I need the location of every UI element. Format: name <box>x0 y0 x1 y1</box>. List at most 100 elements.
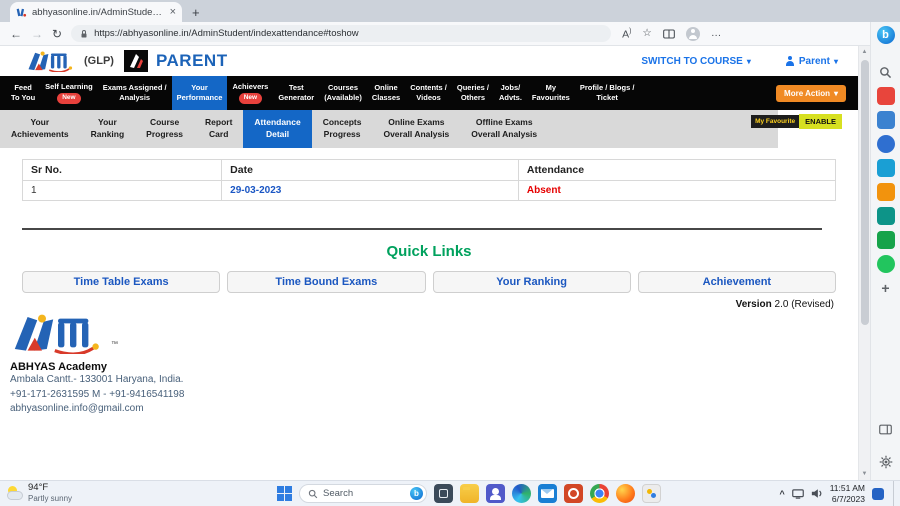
cell-date-link[interactable]: 29-03-2023 <box>230 185 281 196</box>
sidebar-layout-icon[interactable] <box>877 420 895 438</box>
subnav-report-card[interactable]: ReportCard <box>194 110 243 148</box>
col-header-attendance: Attendance <box>518 160 835 181</box>
sidebar-bottom <box>877 417 895 474</box>
profile-avatar[interactable] <box>686 27 700 41</box>
switch-to-course-dropdown[interactable]: SWITCH TO COURSE ▾ <box>641 56 751 67</box>
sidebar-add-icon[interactable]: + <box>877 279 895 297</box>
table-row: 1 29-03-2023 Absent <box>23 181 836 201</box>
show-desktop-button[interactable] <box>893 481 896 506</box>
clock-widget[interactable]: 11:51 AM 6/7/2023 <box>830 483 865 504</box>
my-favourite-label: My Favourite <box>751 115 799 128</box>
footer-email: abhyasonline.info@gmail.com <box>10 402 858 417</box>
attendance-table-wrap: Sr No. Date Attendance 1 29-03-2023 Abse… <box>22 159 836 201</box>
chrome-icon[interactable] <box>590 484 609 503</box>
nav-item-jobs[interactable]: Jobs/Advts. <box>494 76 527 110</box>
scroll-down-icon[interactable]: ▼ <box>859 471 870 477</box>
sidebar-app-icon[interactable] <box>877 231 895 249</box>
sidebar-search-icon[interactable] <box>877 63 895 81</box>
start-button[interactable] <box>277 486 292 501</box>
sidebar-app-icon[interactable] <box>877 135 895 153</box>
notification-badge[interactable] <box>872 488 884 500</box>
forward-icon[interactable]: → <box>31 28 43 40</box>
subnav-offline-exams-analysis[interactable]: Offline ExamsOverall Analysis <box>460 110 548 148</box>
subnav-your-ranking[interactable]: YourRanking <box>80 110 136 148</box>
nav-item-your-performance[interactable]: YourPerformance <box>172 76 228 110</box>
favorites-star-icon[interactable]: ☆ <box>642 28 651 39</box>
site-header: (GLP) PARENT SWITCH TO COURSE ▾ Parent ▾ <box>0 46 858 76</box>
lock-icon <box>80 29 88 39</box>
powerpoint-icon[interactable] <box>564 484 583 503</box>
nav-item-contents-videos[interactable]: Contents /Videos <box>405 76 452 110</box>
teams-icon[interactable] <box>486 484 505 503</box>
hidden-icons-chevron[interactable]: ^ <box>779 489 784 499</box>
chevron-down-icon: ▾ <box>834 57 838 66</box>
section-divider <box>22 228 822 230</box>
sidebar-shopping-icon[interactable] <box>877 183 895 201</box>
subnav-concepts-progress[interactable]: ConceptsProgress <box>312 110 373 148</box>
address-bar[interactable] <box>71 25 611 42</box>
network-icon[interactable] <box>792 489 804 499</box>
sidebar-app-icon[interactable] <box>877 207 895 225</box>
tray-date: 6/7/2023 <box>830 494 865 505</box>
page-content: (GLP) PARENT SWITCH TO COURSE ▾ Parent ▾… <box>0 46 858 480</box>
firefox-icon[interactable] <box>616 484 635 503</box>
nav-item-test-generator[interactable]: TestGenerator <box>273 76 319 110</box>
abhyas-logo <box>26 50 80 72</box>
browser-tab[interactable]: abhyasonline.in/AdminStudent/i × <box>10 2 182 22</box>
weather-temp: 94°F <box>28 483 72 494</box>
scrollbar-thumb[interactable] <box>861 60 869 325</box>
weather-widget[interactable]: 94°F Partly sunny <box>6 483 72 503</box>
url-input[interactable] <box>94 28 602 39</box>
paint-icon[interactable] <box>642 484 661 503</box>
new-tab-icon[interactable]: + <box>192 6 200 19</box>
quick-link-time-bound-exams[interactable]: Time Bound Exams <box>227 271 425 293</box>
sidebar-app-icon[interactable] <box>877 255 895 273</box>
page-scrollbar[interactable]: ▲ ▼ <box>858 46 870 480</box>
cell-sr-no: 1 <box>23 181 222 201</box>
nav-item-profile-blogs[interactable]: Profile / Blogs /Ticket <box>575 76 640 110</box>
my-favourite-enable-widget[interactable]: My Favourite ENABLE <box>751 114 842 129</box>
read-aloud-icon[interactable]: A <box>622 28 631 40</box>
sidebar-app-icon[interactable] <box>877 87 895 105</box>
parent-user-dropdown[interactable]: Parent ▾ <box>785 56 838 67</box>
subnav-attendance-detail[interactable]: AttendanceDetail <box>243 110 311 148</box>
nav-item-feed[interactable]: FeedTo You <box>6 76 40 110</box>
page-title: PARENT <box>156 51 228 71</box>
back-icon[interactable]: ← <box>10 28 22 40</box>
nav-item-exams-analysis[interactable]: Exams Assigned /Analysis <box>98 76 172 110</box>
split-screen-icon[interactable] <box>663 29 675 39</box>
volume-icon[interactable] <box>811 488 823 499</box>
more-action-button[interactable]: More Action▾ <box>776 85 846 102</box>
trademark-symbol: ™ <box>111 341 118 348</box>
nav-item-self-learning[interactable]: Self LearningNew <box>40 76 98 110</box>
subnav-online-exams-analysis[interactable]: Online ExamsOverall Analysis <box>372 110 460 148</box>
sidebar-app-icon[interactable] <box>877 111 895 129</box>
file-explorer-icon[interactable] <box>460 484 479 503</box>
nav-item-courses[interactable]: Courses(Available) <box>319 76 367 110</box>
settings-gear-icon[interactable] <box>877 453 895 471</box>
nav-item-my-favourites[interactable]: MyFavourites <box>527 76 575 110</box>
quick-link-time-table-exams[interactable]: Time Table Exams <box>22 271 220 293</box>
glp-label: (GLP) <box>84 55 114 67</box>
nav-item-queries[interactable]: Queries /Others <box>452 76 494 110</box>
quick-link-your-ranking[interactable]: Your Ranking <box>433 271 631 293</box>
menu-ellipsis-icon[interactable]: … <box>711 28 722 39</box>
tab-close-icon[interactable]: × <box>170 7 176 18</box>
quick-link-achievement[interactable]: Achievement <box>638 271 836 293</box>
bing-icon[interactable]: b <box>877 26 895 44</box>
enable-button[interactable]: ENABLE <box>799 114 842 129</box>
refresh-icon[interactable]: ↻ <box>52 28 62 40</box>
attendance-table: Sr No. Date Attendance 1 29-03-2023 Abse… <box>22 159 836 201</box>
task-view-icon[interactable] <box>434 484 453 503</box>
mail-icon[interactable] <box>538 484 557 503</box>
sidebar-app-icon[interactable] <box>877 159 895 177</box>
taskbar-search[interactable]: Search b <box>299 484 427 503</box>
edge-icon[interactable] <box>512 484 531 503</box>
subnav-course-progress[interactable]: CourseProgress <box>135 110 194 148</box>
nav-item-online-classes[interactable]: OnlineClasses <box>367 76 405 110</box>
footer-address: Ambala Cantt.- 133001 Haryana, India. <box>10 373 858 388</box>
nav-item-achievers[interactable]: AchieversNew <box>227 76 273 110</box>
scroll-up-icon[interactable]: ▲ <box>859 49 870 55</box>
tray-time: 11:51 AM <box>830 483 865 494</box>
subnav-your-achievements[interactable]: YourAchievements <box>0 110 80 148</box>
